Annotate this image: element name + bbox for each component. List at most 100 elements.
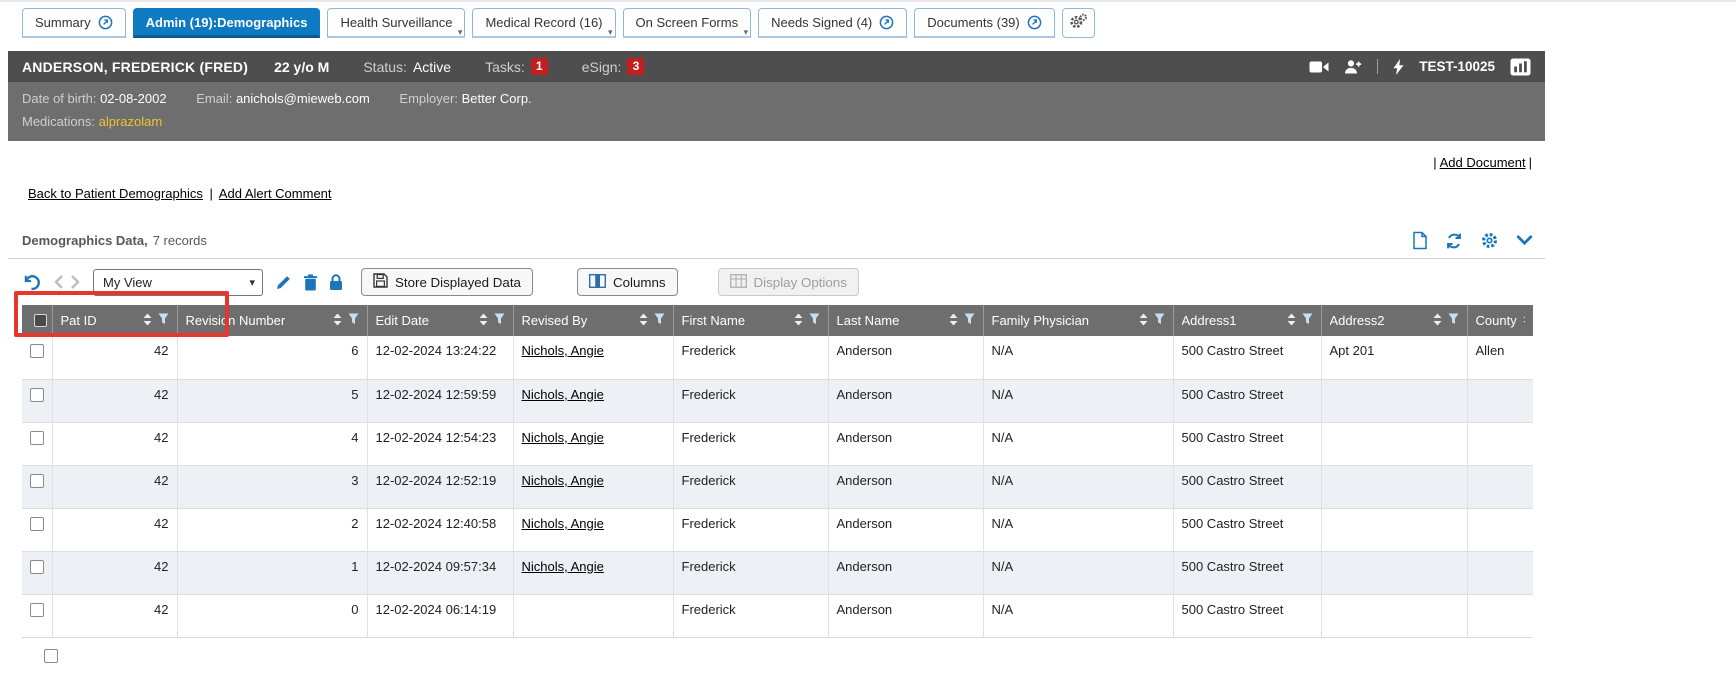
cell-address2 xyxy=(1321,551,1467,594)
collapse-chevron-icon[interactable] xyxy=(1516,235,1533,246)
sort-icon[interactable] xyxy=(143,313,152,329)
sort-icon[interactable] xyxy=(794,313,803,329)
sort-icon[interactable] xyxy=(639,313,648,329)
add-document-link[interactable]: Add Document xyxy=(1440,155,1526,170)
tab-medical-record[interactable]: Medical Record (16)▾ xyxy=(472,8,615,38)
lock-icon[interactable] xyxy=(329,274,343,291)
new-document-icon[interactable] xyxy=(1412,231,1428,250)
status-value: Active xyxy=(413,59,451,75)
cell-address2 xyxy=(1321,422,1467,465)
filter-icon[interactable] xyxy=(964,313,975,328)
revised-by-link[interactable]: Nichols, Angie xyxy=(522,559,604,574)
column-label: County xyxy=(1476,313,1517,328)
esign-label: eSign: xyxy=(582,59,622,75)
medications-value[interactable]: alprazolam xyxy=(99,114,163,129)
row-select-checkbox[interactable] xyxy=(30,431,44,445)
grid-wrap: Pat IDRevision NumberEdit DateRevised By… xyxy=(8,305,1545,663)
filter-icon[interactable] xyxy=(809,313,820,328)
cell-edit_date: 12-02-2024 13:24:22 xyxy=(367,336,513,379)
sort-icon[interactable] xyxy=(333,313,342,329)
revised-by-link[interactable]: Nichols, Angie xyxy=(522,387,604,402)
tab-documents[interactable]: Documents (39) xyxy=(914,8,1054,38)
video-camera-icon[interactable] xyxy=(1309,60,1329,74)
sort-icon[interactable] xyxy=(1433,313,1442,329)
row-select-checkbox[interactable] xyxy=(30,517,44,531)
column-header-pat_id[interactable]: Pat ID xyxy=(52,305,177,336)
select-all-checkbox[interactable] xyxy=(34,314,47,327)
tab-label: Medical Record (16) xyxy=(485,15,602,30)
dob-label: Date of birth: xyxy=(22,91,96,106)
column-header-address1[interactable]: Address1 xyxy=(1173,305,1321,336)
back-to-demographics-link[interactable]: Back to Patient Demographics xyxy=(28,186,203,201)
add-alert-comment-link[interactable]: Add Alert Comment xyxy=(219,186,332,201)
sort-icon[interactable] xyxy=(949,313,958,329)
columns-button[interactable]: Columns xyxy=(577,268,678,296)
chevron-down-icon: ▾ xyxy=(744,28,749,37)
row-select-checkbox[interactable] xyxy=(30,603,44,617)
tab-admin-demographics[interactable]: Admin (19):Demographics xyxy=(133,8,321,38)
row-select-checkbox[interactable] xyxy=(30,474,44,488)
tab-needs-signed[interactable]: Needs Signed (4) xyxy=(758,8,907,38)
filter-icon[interactable] xyxy=(1448,313,1459,328)
tab-on-screen-forms[interactable]: On Screen Forms▾ xyxy=(623,8,752,38)
cell-edit_date: 12-02-2024 12:52:19 xyxy=(367,465,513,508)
revised-by-link[interactable]: Nichols, Angie xyxy=(522,343,604,358)
column-header-first_name[interactable]: First Name xyxy=(673,305,828,336)
display-options-button[interactable]: Display Options xyxy=(718,268,859,296)
gear-icon[interactable] xyxy=(1480,231,1499,250)
esign-count-badge[interactable]: 3 xyxy=(627,58,644,75)
view-select-value: My View xyxy=(103,275,152,290)
cell-revision: 1 xyxy=(177,551,367,594)
lightning-icon[interactable] xyxy=(1393,59,1404,75)
store-displayed-data-button[interactable]: Store Displayed Data xyxy=(361,268,533,296)
refresh-icon[interactable] xyxy=(1445,232,1463,250)
revised-by-link[interactable]: Nichols, Angie xyxy=(522,430,604,445)
column-header-revision[interactable]: Revision Number xyxy=(177,305,367,336)
delete-trash-icon[interactable] xyxy=(303,274,318,291)
partial-next-row xyxy=(22,638,1533,663)
filter-icon[interactable] xyxy=(348,313,359,328)
tab-health-surveillance[interactable]: Health Surveillance▾ xyxy=(327,8,465,38)
tab-summary[interactable]: Summary xyxy=(22,8,126,38)
edit-pencil-icon[interactable] xyxy=(275,274,292,291)
column-header-edit_date[interactable]: Edit Date xyxy=(367,305,513,336)
prev-view-button[interactable] xyxy=(54,275,64,289)
view-select[interactable]: My View ▾ xyxy=(93,269,263,296)
filter-icon[interactable] xyxy=(494,313,505,328)
column-header-family_physician[interactable]: Family Physician xyxy=(983,305,1173,336)
tasks-count-badge[interactable]: 1 xyxy=(531,58,548,75)
filter-icon[interactable] xyxy=(158,313,169,328)
column-label: First Name xyxy=(682,313,746,328)
cell-pat_id: 42 xyxy=(52,336,177,379)
column-header-county[interactable]: County xyxy=(1467,305,1533,336)
column-header-revised_by[interactable]: Revised By xyxy=(513,305,673,336)
patient-esign: eSign: 3 xyxy=(582,58,645,75)
row-select-checkbox[interactable] xyxy=(44,649,58,663)
reset-view-icon[interactable] xyxy=(22,274,41,291)
filter-icon[interactable] xyxy=(1302,313,1313,328)
revised-by-link[interactable]: Nichols, Angie xyxy=(522,473,604,488)
next-view-button[interactable] xyxy=(70,275,80,289)
tab-settings-button[interactable] xyxy=(1062,8,1095,38)
add-document-row: |Add Document| xyxy=(8,141,1545,174)
row-select-checkbox[interactable] xyxy=(30,388,44,402)
cell-address2 xyxy=(1321,594,1467,637)
cell-pat_id: 42 xyxy=(52,422,177,465)
sort-icon[interactable] xyxy=(1287,313,1296,329)
column-header-last_name[interactable]: Last Name xyxy=(828,305,983,336)
separator: | xyxy=(1529,155,1532,170)
revised-by-link[interactable]: Nichols, Angie xyxy=(522,516,604,531)
filter-icon[interactable] xyxy=(654,313,665,328)
sort-icon[interactable] xyxy=(1139,313,1148,329)
row-select-checkbox[interactable] xyxy=(30,560,44,574)
cell-county xyxy=(1467,379,1533,422)
bar-chart-icon[interactable] xyxy=(1510,58,1531,76)
sort-icon[interactable] xyxy=(479,313,488,329)
row-select-checkbox[interactable] xyxy=(30,344,44,358)
sort-icon[interactable] xyxy=(1523,313,1525,329)
filter-icon[interactable] xyxy=(1154,313,1165,328)
column-header-address2[interactable]: Address2 xyxy=(1321,305,1467,336)
person-add-icon[interactable] xyxy=(1344,59,1362,74)
cell-family_physician: N/A xyxy=(983,465,1173,508)
cell-first_name: Frederick xyxy=(673,465,828,508)
